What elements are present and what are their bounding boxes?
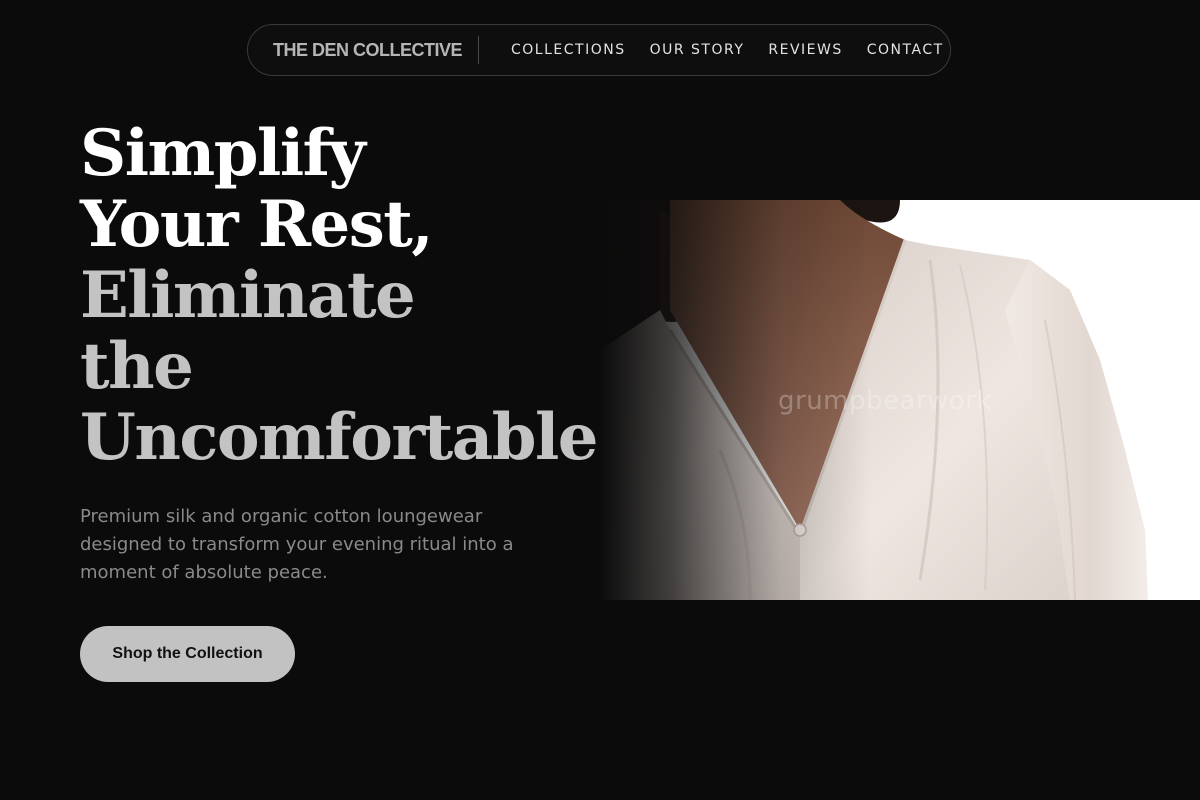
nav-link-contact[interactable]: CONTACT: [867, 42, 944, 58]
shop-collection-button[interactable]: Shop the Collection: [80, 626, 295, 682]
nav-links: COLLECTIONS OUR STORY REVIEWS CONTACT: [511, 42, 944, 58]
nav-link-our-story[interactable]: OUR STORY: [650, 42, 745, 58]
main-nav: THE DEN COLLECTIVE COLLECTIONS OUR STORY…: [247, 24, 951, 76]
nav-link-reviews[interactable]: REVIEWS: [768, 42, 842, 58]
hero-title-line: Simplify: [80, 116, 366, 191]
hero-description: Premium silk and organic cotton loungewe…: [80, 506, 514, 583]
nav-divider: [478, 36, 480, 64]
hero-image: grumpbearwork: [600, 200, 1200, 600]
hero-title-line: Your Rest,: [80, 187, 434, 262]
hero-title-line: Uncomfortable.: [80, 400, 619, 475]
nav-link-collections[interactable]: COLLECTIONS: [511, 42, 626, 58]
image-watermark: grumpbearwork: [778, 386, 993, 416]
hero-title-line: Eliminate: [80, 258, 416, 333]
hero-title: Simplify Your Rest, Eliminate the Uncomf…: [80, 116, 619, 475]
brand-logo[interactable]: THE DEN COLLECTIVE: [273, 40, 463, 61]
hero-title-line: the: [80, 329, 194, 404]
